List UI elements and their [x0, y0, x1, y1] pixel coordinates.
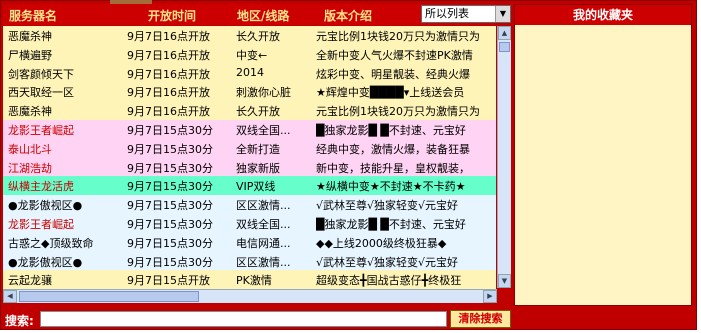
- header-area-line: 地区/线路: [237, 9, 290, 23]
- favorites-title: 我的收藏夹: [515, 5, 691, 25]
- area-line: PK激情: [236, 274, 272, 288]
- header-server-name: 服务器名: [9, 9, 58, 23]
- table-row[interactable]: 西天取经一区 9月7日16点开放 刺激你心脏 ★辉煌中变████▾上线送会员: [3, 82, 496, 102]
- area-line: 独家新版: [236, 161, 280, 175]
- server-name[interactable]: 剑客颜倾天下: [8, 66, 74, 82]
- server-name[interactable]: 古惑之◆顶级致命: [8, 235, 93, 251]
- open-time: 9月7日15点30分: [127, 161, 213, 175]
- area-line: 电信网通...: [236, 236, 291, 250]
- scroll-up-icon[interactable]: ▲: [498, 26, 511, 40]
- clear-search-button[interactable]: 清除搜索: [450, 310, 511, 328]
- search-label: 搜索:: [5, 314, 34, 328]
- header-open-time: 开放时间: [148, 9, 197, 23]
- server-name[interactable]: 纵横主龙活虎: [8, 178, 74, 194]
- version-intro: ◆◆上线2000级终极狂暴◆: [316, 236, 447, 250]
- server-name[interactable]: 西天取经一区: [8, 84, 74, 100]
- version-intro: █独家龙影█ █不封速、元宝好: [316, 217, 466, 231]
- horizontal-scrollbar[interactable]: ◀ ▶: [3, 289, 497, 303]
- version-intro: √武林至尊√独家轻变√元宝好: [316, 199, 459, 213]
- server-list: 恶魔杀神 9月7日16点开放 长久开放 元宝比例1块钱20万只为激情只为 尸横遍野 9月7…: [3, 26, 496, 290]
- area-line: VIP双线: [236, 180, 276, 194]
- scroll-left-icon[interactable]: ◀: [3, 290, 17, 303]
- table-row[interactable]: ●龙影傲视区● 9月7日15点30分 区区激情... √武林至尊√独家轻变√元宝好: [3, 251, 496, 271]
- table-row[interactable]: 古惑之◆顶级致命 9月7日15点30分 电信网通... ◆◆上线2000级终极狂暴◆: [3, 232, 496, 252]
- open-time: 9月7日16点开放: [127, 105, 210, 119]
- open-time: 9月7日15点30分: [127, 236, 213, 250]
- table-row[interactable]: 龙影王者崛起 9月7日15点30分 双线全国... █独家龙影█ █不封速、元宝好: [3, 213, 496, 233]
- version-intro: 元宝比例1块钱20万只为激情只为: [316, 30, 480, 43]
- version-intro: ★纵横中变★不封速★不卡药★: [316, 180, 466, 194]
- list-filter-value: 所以列表: [425, 7, 469, 20]
- table-row[interactable]: 恶魔杀神 9月7日16点开放 长久开放 元宝比例1块钱20万只为激情只为: [3, 26, 496, 45]
- open-time: 9月7日15点30分: [127, 217, 213, 231]
- search-input[interactable]: [40, 311, 447, 327]
- server-name[interactable]: 江湖浩劫: [8, 160, 52, 176]
- table-row[interactable]: 江湖浩劫 9月7日15点30分 独家新版 新中变，技能升星，皇权靓装，: [3, 157, 496, 177]
- open-time: 9月7日16点开放: [127, 48, 210, 62]
- server-name[interactable]: 龙影王者崛起: [8, 216, 74, 232]
- area-line: 双线全国...: [236, 217, 291, 231]
- area-line: 区区激情...: [236, 255, 291, 269]
- version-intro: 炫彩中变、明星靓装、经典火爆: [316, 67, 470, 81]
- server-name[interactable]: ●龙影傲视区●: [8, 197, 82, 213]
- open-time: 9月7日15点30分: [127, 123, 213, 137]
- table-row[interactable]: ●龙影傲视区● 9月7日15点30分 区区激情... √武林至尊√独家轻变√元宝好: [3, 195, 496, 214]
- area-line: 区区激情...: [236, 199, 291, 213]
- server-name[interactable]: 云起龙骧: [8, 272, 52, 288]
- version-intro: 元宝比例1块钱20万只为激情只为: [316, 105, 480, 119]
- server-name[interactable]: 恶魔杀神: [8, 103, 52, 119]
- table-row[interactable]: 龙影王者崛起 9月7日15点30分 双线全国... █独家龙影█ █不封速、元宝好: [3, 119, 496, 139]
- version-intro: 经典中变，激情火爆，装备狂暴: [316, 142, 470, 156]
- table-row[interactable]: 剑客颜倾天下 9月7日16点开放 2014 炫彩中变、明星靓装、经典火爆: [3, 63, 496, 83]
- open-time: 9月7日16点开放: [127, 86, 210, 100]
- table-row[interactable]: 云起龙骧 9月7日15点开放 PK激情 超级变态╋国战古惑仔╋终极狂: [3, 270, 496, 290]
- open-time: 9月7日15点30分: [127, 180, 213, 194]
- scroll-down-icon[interactable]: ▼: [498, 274, 511, 288]
- version-intro: █独家龙影█ █不封速、元宝好: [316, 123, 466, 137]
- table-row[interactable]: 尸横遍野 9月7日16点开放 中变← 全新中变人气火爆不封速PK激情: [3, 44, 496, 64]
- version-intro: ★辉煌中变████▾上线送会员: [316, 86, 465, 100]
- open-time: 9月7日16点开放: [127, 67, 210, 81]
- area-line: 长久开放: [236, 105, 280, 119]
- scroll-thumb[interactable]: [499, 42, 510, 52]
- area-line: 全新打造: [236, 142, 280, 156]
- list-filter-select[interactable]: 所以列表 ▼: [421, 5, 511, 23]
- server-name[interactable]: 泰山北斗: [8, 141, 52, 157]
- open-time: 9月7日15点开放: [127, 274, 210, 288]
- server-name[interactable]: ●龙影傲视区●: [8, 254, 82, 270]
- scroll-right-icon[interactable]: ▶: [483, 290, 497, 303]
- scroll-thumb-horizontal[interactable]: [19, 291, 199, 302]
- header-version-intro: 版本介绍: [324, 9, 373, 23]
- version-intro: 超级变态╋国战古惑仔╋终极狂: [316, 274, 462, 288]
- open-time: 9月7日15点30分: [127, 142, 213, 156]
- server-name[interactable]: 龙影王者崛起: [8, 122, 74, 138]
- version-intro: 全新中变人气火爆不封速PK激情: [316, 48, 473, 62]
- favorites-panel: 我的收藏夹: [514, 4, 692, 306]
- table-row[interactable]: 纵横主龙活虎 9月7日15点30分 VIP双线 ★纵横中变★不封速★不卡药★: [3, 176, 496, 196]
- area-line: 2014: [236, 65, 264, 79]
- area-line: 长久开放: [236, 30, 280, 43]
- open-time: 9月7日15点30分: [127, 255, 213, 269]
- area-line: 刺激你心脏: [236, 86, 291, 100]
- server-name[interactable]: 尸横遍野: [8, 47, 52, 63]
- chevron-down-icon[interactable]: ▼: [495, 6, 510, 22]
- vertical-scrollbar[interactable]: ▲ ▼: [497, 26, 511, 288]
- area-line: 双线全国...: [236, 123, 291, 137]
- server-name[interactable]: 恶魔杀神: [8, 28, 52, 44]
- area-line: 中变←: [236, 48, 268, 62]
- table-row[interactable]: 恶魔杀神 9月7日16点开放 长久开放 元宝比例1块钱20万只为激情只为: [3, 101, 496, 120]
- table-row[interactable]: 泰山北斗 9月7日15点30分 全新打造 经典中变，激情火爆，装备狂暴: [3, 138, 496, 158]
- version-intro: √武林至尊√独家轻变√元宝好: [316, 255, 459, 269]
- open-time: 9月7日15点30分: [127, 199, 213, 213]
- open-time: 9月7日16点开放: [127, 30, 210, 43]
- version-intro: 新中变，技能升星，皇权靓装，: [316, 161, 470, 175]
